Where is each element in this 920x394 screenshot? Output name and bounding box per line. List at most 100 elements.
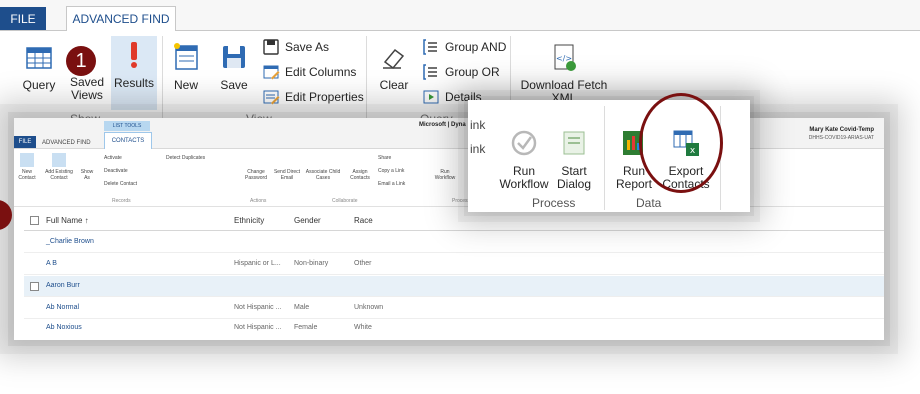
edit-properties-button[interactable]: Edit Properties bbox=[262, 86, 364, 108]
contacts-screenshot: FILE ADVANCED FIND LIST TOOLS CONTACTS M… bbox=[14, 118, 884, 340]
contacts-tab-file[interactable]: FILE bbox=[14, 136, 36, 148]
cell-gender: Non-binary bbox=[294, 260, 329, 267]
contacts-tab[interactable]: CONTACTS bbox=[104, 132, 152, 149]
new-contact-label: New Contact bbox=[18, 169, 36, 181]
email-icon bbox=[280, 153, 294, 167]
xml-download-icon: </> bbox=[554, 44, 576, 71]
column-header-ethnicity[interactable]: Ethnicity bbox=[234, 216, 264, 225]
run-workflow-label: Run Workflow bbox=[499, 164, 549, 191]
step-badge-partial bbox=[0, 200, 12, 230]
user-org: DHHS-COVID19-ARIAS-UAT bbox=[808, 135, 874, 141]
group-or-button[interactable]: Group OR bbox=[422, 61, 500, 83]
cell-full-name[interactable]: Ab Noxious bbox=[46, 324, 82, 331]
download-fetch-xml-button[interactable]: </> Download Fetch XML bbox=[516, 42, 612, 105]
send-direct-email-label: Send Direct Email bbox=[273, 169, 301, 181]
edit-columns-icon bbox=[263, 65, 280, 80]
save-button[interactable]: Save bbox=[214, 42, 254, 92]
new-contact-icon bbox=[20, 153, 34, 167]
column-header-gender[interactable]: Gender bbox=[294, 216, 321, 225]
table-row[interactable]: Ab Noxious Not Hispanic ... Female White bbox=[24, 318, 884, 338]
cell-race: Other bbox=[354, 260, 372, 267]
saved-views-label: Saved Views bbox=[69, 75, 105, 102]
group-and-button[interactable]: Group AND bbox=[422, 36, 506, 58]
add-existing-contact-button[interactable]: Add Existing Contact bbox=[42, 153, 76, 181]
cell-full-name[interactable]: _Charlie Brown bbox=[46, 238, 94, 245]
run-workflow-small-button[interactable]: Run Workflow bbox=[432, 153, 458, 181]
table-row[interactable]: Aaron Burr bbox=[24, 276, 884, 297]
share-button[interactable]: Share bbox=[378, 155, 391, 161]
cell-full-name[interactable]: Aaron Burr bbox=[46, 282, 80, 289]
clear-button[interactable]: Clear bbox=[374, 42, 414, 92]
step-number-badge: 1 bbox=[66, 46, 96, 76]
partial-link-text: ink bbox=[470, 142, 486, 156]
group-separator bbox=[162, 36, 163, 126]
column-header-race[interactable]: Race bbox=[354, 216, 373, 225]
save-as-button[interactable]: Save As bbox=[262, 36, 329, 58]
results-button[interactable]: Results bbox=[111, 36, 157, 110]
start-dialog-button[interactable]: Start Dialog bbox=[552, 128, 596, 191]
workflow-check-icon bbox=[511, 130, 537, 156]
cell-gender: Female bbox=[294, 324, 318, 331]
group-label-process: Process bbox=[532, 196, 576, 210]
send-direct-email-button[interactable]: Send Direct Email bbox=[272, 153, 302, 181]
row-checkbox[interactable] bbox=[30, 282, 39, 291]
change-password-button[interactable]: Change Password bbox=[242, 153, 270, 181]
new-contact-button[interactable]: New Contact bbox=[16, 153, 38, 181]
assign-contacts-button[interactable]: Assign Contacts bbox=[346, 153, 374, 181]
cell-ethnicity: Not Hispanic ... bbox=[234, 324, 282, 331]
user-name[interactable]: Mary Kate Covid-Temp bbox=[774, 127, 874, 134]
tab-advanced-find[interactable]: ADVANCED FIND bbox=[66, 6, 176, 31]
add-existing-contact-label: Add Existing Contact bbox=[45, 169, 73, 181]
show-as-icon bbox=[80, 153, 94, 167]
group-or-label: Group OR bbox=[445, 65, 500, 79]
save-as-icon bbox=[263, 39, 279, 55]
edit-columns-label: Edit Columns bbox=[285, 65, 357, 79]
show-as-button[interactable]: Show As bbox=[78, 153, 96, 181]
table-row[interactable]: Ab Normal Not Hispanic ... Male Unknown bbox=[24, 298, 884, 319]
new-label: New bbox=[173, 78, 198, 92]
table-grid-icon bbox=[26, 47, 52, 69]
partial-link-text: ink bbox=[470, 118, 486, 132]
associate-child-cases-button[interactable]: Associate Child Cases bbox=[304, 153, 342, 181]
new-button[interactable]: New bbox=[166, 42, 206, 92]
table-row[interactable]: A B Hispanic or L... Non-binary Other bbox=[24, 254, 884, 275]
eraser-icon bbox=[383, 48, 405, 70]
delete-contact-button[interactable]: Delete Contact bbox=[104, 181, 137, 187]
save-as-label: Save As bbox=[285, 40, 330, 54]
contacts-tab-advanced-find[interactable]: ADVANCED FIND bbox=[42, 140, 91, 146]
copy-link-button[interactable]: Copy a Link bbox=[378, 168, 404, 174]
edit-properties-icon bbox=[263, 90, 280, 105]
query-button[interactable]: Query bbox=[16, 42, 62, 92]
list-tools-label: LIST TOOLS bbox=[104, 121, 150, 131]
cell-ethnicity: Not Hispanic ... bbox=[234, 304, 282, 311]
brand-text: Microsoft | Dyna bbox=[419, 122, 466, 128]
advanced-find-ribbon: FILE ADVANCED FIND Query Saved Views Res… bbox=[0, 0, 920, 130]
detect-duplicates-button[interactable]: Detect Duplicates bbox=[166, 155, 205, 161]
show-as-label: Show As bbox=[80, 169, 94, 181]
table-row[interactable]: _Charlie Brown bbox=[24, 232, 884, 253]
workflow-icon bbox=[438, 153, 452, 167]
email-link-button[interactable]: Email a Link bbox=[378, 181, 405, 187]
run-workflow-button[interactable]: Run Workflow bbox=[496, 128, 552, 191]
lock-icon bbox=[249, 153, 263, 167]
cell-full-name[interactable]: A B bbox=[46, 260, 57, 267]
save-label: Save bbox=[220, 78, 248, 92]
clear-label: Clear bbox=[379, 78, 409, 92]
tab-file[interactable]: FILE bbox=[0, 7, 46, 30]
group-or-icon bbox=[423, 64, 437, 80]
group-separator bbox=[366, 36, 367, 126]
group-separator bbox=[604, 106, 605, 210]
edit-columns-button[interactable]: Edit Columns bbox=[262, 61, 356, 83]
column-header-full-name[interactable]: Full Name ↑ bbox=[46, 216, 89, 225]
start-dialog-label: Start Dialog bbox=[556, 164, 592, 191]
cell-full-name[interactable]: Ab Normal bbox=[46, 304, 79, 311]
query-label: Query bbox=[22, 78, 56, 92]
select-all-checkbox[interactable] bbox=[30, 216, 39, 225]
edit-properties-label: Edit Properties bbox=[285, 90, 364, 104]
activate-button[interactable]: Activate bbox=[104, 155, 122, 161]
change-password-label: Change Password bbox=[245, 169, 267, 181]
group-label-records: Records bbox=[112, 198, 131, 204]
deactivate-button[interactable]: Deactivate bbox=[104, 168, 128, 174]
group-and-icon bbox=[423, 39, 437, 55]
results-label: Results bbox=[113, 76, 154, 90]
